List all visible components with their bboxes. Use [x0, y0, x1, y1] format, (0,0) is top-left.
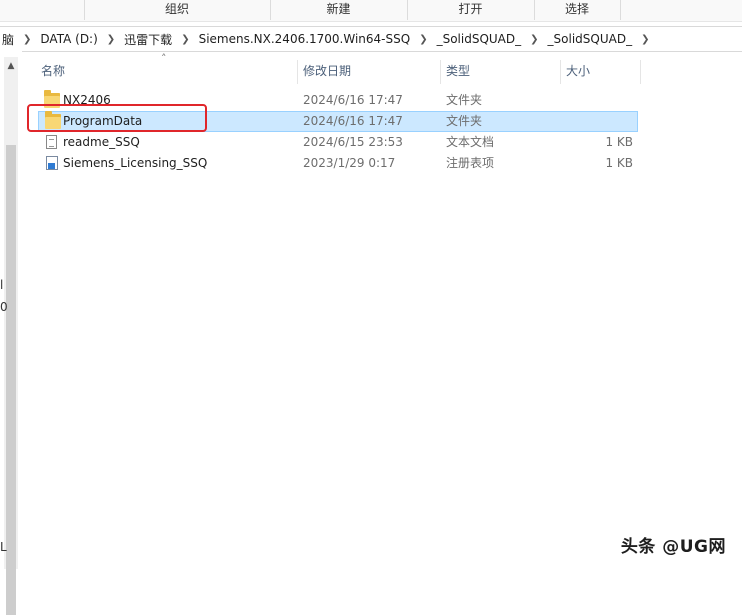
scroll-up-arrow-icon[interactable]: ▲: [4, 59, 18, 73]
ribbon-groups: 组织 新建 打开 选择: [0, 0, 742, 22]
registry-file-icon: [46, 156, 58, 170]
breadcrumb-item-solidsquad[interactable]: _SolidSQUAD_: [435, 32, 524, 46]
breadcrumb-item-computer[interactable]: 脑: [0, 31, 16, 48]
text-file-icon: [46, 135, 57, 149]
file-modified: 2024/6/15 23:53: [303, 135, 403, 149]
file-row-licensing[interactable]: Siemens_Licensing_SSQ 2023/1/29 0:17 注册表…: [38, 153, 638, 174]
nav-item-fragment[interactable]: L: [0, 540, 7, 554]
ribbon-group-organize: 组织: [164, 2, 189, 16]
breadcrumb-item-drive[interactable]: DATA (D:): [38, 32, 99, 46]
ribbon-group-select: 选择: [564, 2, 589, 16]
file-type: 文件夹: [446, 114, 483, 128]
scrollbar-thumb[interactable]: [6, 145, 16, 615]
column-header-size[interactable]: 大小: [560, 58, 640, 84]
file-row-readme[interactable]: readme_SSQ 2024/6/15 23:53 文本文档 1 KB: [38, 132, 638, 153]
column-header-modified[interactable]: 修改日期: [297, 58, 440, 84]
file-modified: 2024/6/16 17:47: [303, 93, 403, 107]
chevron-right-icon[interactable]: ❯: [523, 34, 545, 45]
nav-item-fragment[interactable]: l: [0, 278, 3, 292]
breadcrumb-item-solidsquad-current[interactable]: _SolidSQUAD_: [546, 32, 635, 46]
chevron-right-icon[interactable]: ❯: [412, 34, 434, 45]
file-type: 文本文档: [446, 135, 495, 149]
watermark-text: 头条 @UG网: [620, 537, 726, 557]
nav-item-fragment[interactable]: 0: [0, 300, 8, 314]
file-type: 文件夹: [446, 93, 483, 107]
breadcrumb-item-downloads[interactable]: 迅雷下载: [122, 31, 174, 48]
file-modified: 2024/6/16 17:47: [303, 114, 403, 128]
ribbon-group-new: 新建: [326, 2, 351, 16]
address-bar[interactable]: 脑 ❯ DATA (D:) ❯ 迅雷下载 ❯ Siemens.NX.2406.1…: [0, 26, 742, 52]
breadcrumb: 脑 ❯ DATA (D:) ❯ 迅雷下载 ❯ Siemens.NX.2406.1…: [0, 27, 656, 51]
column-header-type[interactable]: 类型: [440, 58, 560, 84]
chevron-right-icon[interactable]: ❯: [634, 34, 656, 45]
file-size: 1 KB: [605, 156, 633, 170]
highlight-box: [27, 104, 207, 132]
chevron-right-icon[interactable]: ❯: [100, 34, 122, 45]
column-separator[interactable]: [640, 60, 641, 84]
file-name: Siemens_Licensing_SSQ: [63, 156, 208, 170]
chevron-right-icon[interactable]: ❯: [174, 34, 196, 45]
file-name: readme_SSQ: [63, 135, 140, 149]
file-modified: 2023/1/29 0:17: [303, 156, 396, 170]
chevron-right-icon[interactable]: ❯: [16, 34, 38, 45]
file-type: 注册表项: [446, 156, 495, 170]
breadcrumb-item-siemens[interactable]: Siemens.NX.2406.1700.Win64-SSQ: [197, 32, 413, 46]
column-header-name[interactable]: 名称: [35, 58, 296, 84]
file-size: 1 KB: [605, 135, 633, 149]
ribbon-separator: [620, 0, 621, 20]
ribbon-group-open: 打开: [458, 2, 483, 16]
